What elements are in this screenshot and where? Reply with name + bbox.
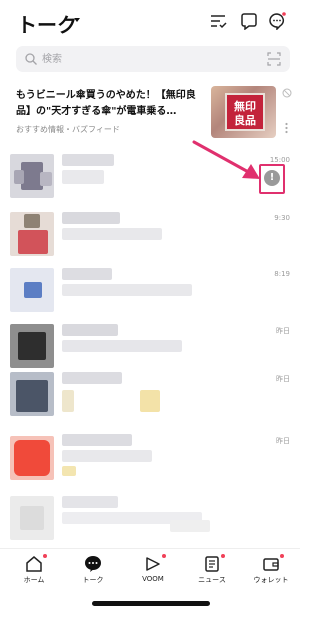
avatar bbox=[10, 436, 54, 480]
avatar bbox=[10, 268, 54, 312]
search-bar[interactable] bbox=[16, 46, 290, 72]
sign-line-1: 無印 bbox=[234, 100, 256, 113]
nav-talk-label: トーク bbox=[82, 576, 104, 584]
header: トーク bbox=[0, 0, 300, 40]
home-indicator[interactable] bbox=[92, 601, 210, 606]
chat-name bbox=[62, 372, 122, 384]
open-chat-icon[interactable] bbox=[268, 12, 286, 30]
chat-name bbox=[62, 268, 112, 280]
chat-row[interactable] bbox=[0, 490, 300, 548]
home-icon bbox=[26, 556, 42, 572]
bottom-nav: ホーム トーク VOOM ニュース ウォレット bbox=[0, 548, 300, 588]
chat-preview bbox=[62, 228, 162, 240]
ad-thumbnail[interactable]: 無印 良品 bbox=[211, 86, 276, 138]
new-chat-icon[interactable] bbox=[240, 12, 258, 30]
chat-time: 昨日 bbox=[276, 375, 290, 383]
chat-preview bbox=[62, 284, 192, 296]
notification-dot bbox=[162, 554, 166, 558]
chat-row[interactable]: 9:30 bbox=[0, 206, 300, 264]
nav-home[interactable]: ホーム bbox=[9, 554, 59, 589]
chat-preview-extra bbox=[170, 520, 210, 532]
page-title[interactable]: トーク bbox=[17, 9, 77, 38]
annotation-arrow-icon bbox=[192, 140, 260, 179]
nav-home-label: ホーム bbox=[23, 576, 45, 584]
alert-badge-icon[interactable]: ! bbox=[264, 170, 280, 186]
sort-list-icon[interactable] bbox=[209, 12, 227, 30]
more-options-icon[interactable] bbox=[285, 122, 288, 134]
search-input[interactable] bbox=[42, 50, 242, 68]
chat-time: 15:00 bbox=[269, 156, 290, 164]
avatar bbox=[10, 372, 54, 416]
caret-down-icon[interactable] bbox=[74, 18, 80, 22]
chat-time: 8:19 bbox=[274, 270, 290, 278]
chat-preview bbox=[62, 170, 104, 184]
chat-preview bbox=[62, 340, 182, 352]
search-icon bbox=[25, 53, 37, 65]
chat-time: 昨日 bbox=[276, 327, 290, 335]
notification-dot bbox=[280, 554, 284, 558]
nav-news[interactable]: ニュース bbox=[187, 554, 237, 589]
chat-name bbox=[62, 434, 132, 446]
news-icon bbox=[205, 556, 219, 572]
chat-row[interactable]: 昨日 bbox=[0, 430, 300, 488]
chat-name bbox=[62, 496, 118, 508]
ad-title[interactable]: もうビニール傘買うのやめた！【無印良品】の"天才すぎる傘"が電車乗る… bbox=[16, 88, 204, 120]
chat-time: 9:30 bbox=[274, 214, 290, 222]
wallet-icon bbox=[263, 558, 279, 571]
voom-icon bbox=[146, 557, 160, 571]
nav-talk[interactable]: トーク bbox=[68, 555, 118, 589]
nav-voom[interactable]: VOOM bbox=[128, 554, 178, 589]
chat-name bbox=[62, 154, 114, 166]
avatar bbox=[10, 324, 54, 368]
chat-name bbox=[62, 324, 118, 336]
sign-line-2: 良品 bbox=[234, 114, 256, 127]
nav-voom-label: VOOM bbox=[142, 575, 164, 583]
nav-wallet[interactable]: ウォレット bbox=[246, 554, 296, 589]
avatar bbox=[10, 212, 54, 256]
nav-wallet-label: ウォレット bbox=[253, 576, 289, 584]
ad-source: おすすめ情報・バズフィード bbox=[16, 125, 120, 134]
chat-time: 昨日 bbox=[276, 437, 290, 445]
chat-preview-emoji bbox=[62, 466, 76, 476]
hide-ad-icon[interactable] bbox=[282, 88, 292, 98]
muji-sign: 無印 良品 bbox=[225, 93, 265, 131]
avatar bbox=[10, 154, 54, 198]
chat-name bbox=[62, 212, 120, 224]
qr-scan-icon[interactable] bbox=[267, 52, 281, 66]
notification-dot bbox=[43, 554, 47, 558]
chat-row[interactable]: 昨日 bbox=[0, 366, 300, 424]
chat-row[interactable]: 8:19 bbox=[0, 262, 300, 320]
ad-feed-item[interactable]: もうビニール傘買うのやめた！【無印良品】の"天才すぎる傘"が電車乗る… おすすめ… bbox=[0, 82, 300, 142]
chat-preview bbox=[62, 450, 152, 462]
chat-preview bbox=[62, 390, 74, 412]
notification-dot bbox=[221, 554, 225, 558]
chat-icon bbox=[85, 556, 101, 572]
nav-news-label: ニュース bbox=[198, 576, 226, 584]
avatar bbox=[10, 496, 54, 540]
chat-preview-emoji bbox=[140, 390, 160, 412]
chat-list-screen: トーク もうビニール傘買うのやめた！【無印良品】の"天才すぎる bbox=[0, 0, 300, 617]
